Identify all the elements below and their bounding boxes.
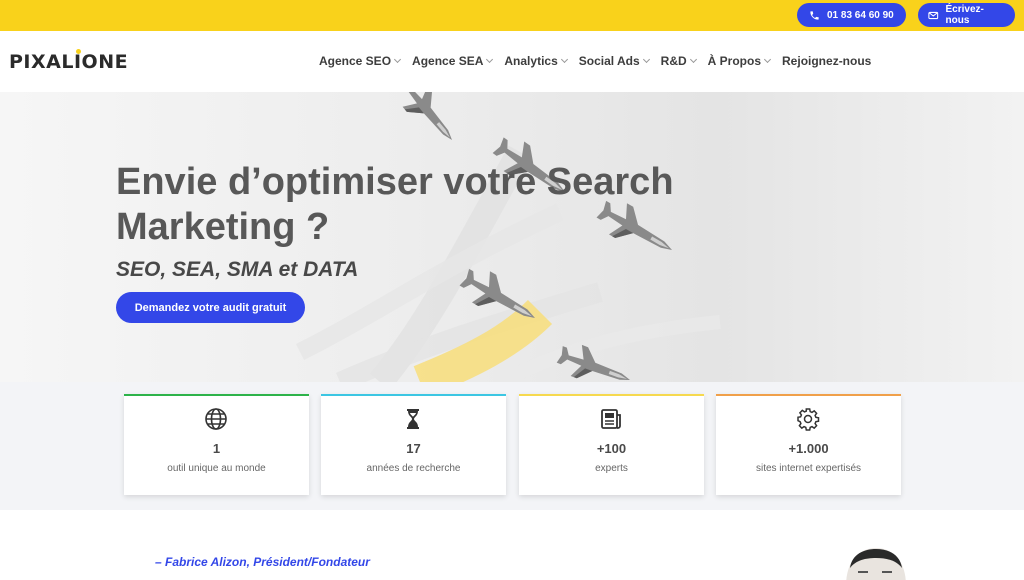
chevron-down-icon [486, 55, 494, 64]
contact-label: Écrivez-nous [945, 4, 984, 26]
founder-quote-author: – Fabrice Alizon, Président/Fondateur [155, 555, 370, 569]
stat-card: +1.000 sites internet expertisés [716, 394, 901, 495]
phone-button[interactable]: 01 83 64 60 90 [797, 3, 906, 27]
logo-text-end: ONE [81, 51, 129, 73]
stat-label: experts [595, 463, 628, 474]
nav-label: Rejoignez-nous [782, 54, 872, 68]
hourglass-icon [407, 409, 419, 429]
stat-card: 17 années de recherche [321, 394, 506, 495]
chevron-down-icon [393, 55, 402, 64]
stat-value: 17 [406, 441, 421, 456]
hero-title: Envie d’optimiser votre Search Marketing… [116, 161, 674, 248]
nav-label: R&D [660, 54, 687, 68]
stat-label: outil unique au monde [167, 463, 266, 474]
nav-item-agence-sea[interactable]: Agence SEA [412, 54, 494, 68]
envelope-icon [928, 11, 939, 19]
chevron-down-icon [560, 55, 568, 64]
nav-item-rejoignez-nous[interactable]: Rejoignez-nous [782, 54, 871, 68]
nav-label: Agence SEA [412, 54, 484, 68]
stat-label: sites internet expertisés [755, 463, 862, 474]
nav-item-agence-seo[interactable]: Agence SEO [319, 54, 402, 68]
newspaper-icon [601, 409, 621, 429]
nav-item-social-ads[interactable]: Social Ads [578, 54, 650, 68]
logo-text-start: PIXAL [9, 51, 74, 73]
logo-text-i: I [73, 51, 82, 73]
contact-button[interactable]: Écrivez-nous [918, 3, 1015, 27]
nav-label: À Propos [707, 54, 762, 68]
stat-value: +1.000 [788, 441, 829, 456]
top-bar: 01 83 64 60 90 Écrivez-nous [0, 0, 1024, 31]
main-nav: Agence SEO Agence SEA Analytics Social A… [319, 54, 883, 68]
hero-subtitle: SEO, SEA, SMA et DATA [116, 258, 359, 281]
audit-cta-button[interactable]: Demandez votre audit gratuit [116, 292, 305, 323]
nav-label: Social Ads [578, 54, 640, 68]
stat-card: +100 experts [519, 394, 704, 495]
chevron-down-icon [763, 55, 772, 64]
chevron-down-icon [642, 55, 650, 64]
pixalione-logo[interactable]: PIXAL IONE [9, 49, 129, 73]
stat-value: +100 [596, 441, 627, 456]
nav-item-rnd[interactable]: R&D [660, 54, 697, 68]
nav-item-a-propos[interactable]: À Propos [707, 54, 772, 68]
chevron-down-icon [689, 55, 697, 64]
nav-item-analytics[interactable]: Analytics [504, 54, 568, 68]
founder-portrait [846, 548, 906, 580]
site-header: PIXAL IONE Agence SEO Agence SEA Analytic… [0, 31, 1024, 92]
globe-icon [205, 408, 227, 430]
phone-icon [810, 10, 819, 20]
stat-value: 1 [212, 441, 221, 456]
nav-label: Analytics [504, 54, 558, 68]
stat-card: 1 outil unique au monde [124, 394, 309, 495]
nav-label: Agence SEO [319, 54, 392, 68]
stat-label: années de recherche [366, 463, 461, 474]
gear-icon [797, 408, 820, 431]
phone-label: 01 83 64 60 90 [827, 9, 894, 21]
hero-section: Envie d’optimiser votre Search Marketing… [0, 92, 1024, 382]
